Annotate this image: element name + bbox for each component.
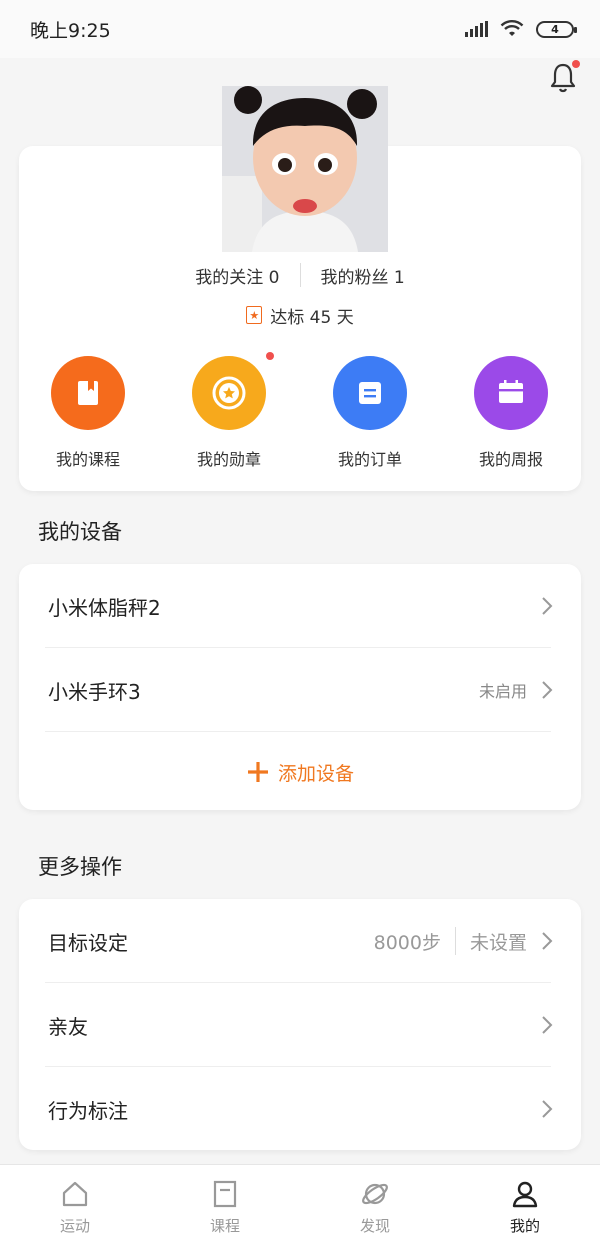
- status-time: 晚上9:25: [30, 19, 111, 42]
- battery-icon: 4: [536, 20, 577, 38]
- chevron-right-icon: [542, 597, 553, 615]
- tab-workout[interactable]: 运动: [0, 1165, 150, 1249]
- streak-badge: ★ 达标 45 天: [19, 304, 581, 328]
- avatar[interactable]: [222, 86, 388, 252]
- tab-label: 发现: [359, 1216, 390, 1235]
- quick-action-order[interactable]: 我的订单: [300, 356, 440, 470]
- quick-action-label: 我的周报: [478, 450, 543, 469]
- planet-icon: [362, 1183, 388, 1204]
- behavior-tag-row[interactable]: 行为标注: [19, 1067, 581, 1151]
- signal-icon: [465, 21, 488, 37]
- plus-icon: [247, 762, 268, 782]
- behavior-tag-label: 行为标注: [48, 1098, 128, 1123]
- divider: [299, 263, 301, 287]
- tab-profile[interactable]: 我的: [450, 1165, 600, 1249]
- bottom-tab-bar: 运动 课程 发现 我的: [0, 1164, 600, 1249]
- wifi-icon: [500, 20, 524, 36]
- quick-action-course[interactable]: 我的课程: [18, 356, 158, 470]
- add-device-button[interactable]: 添加设备: [19, 732, 581, 812]
- followers-link[interactable]: 我的粉丝 1: [321, 263, 405, 288]
- goal-value: 8000步: [373, 931, 441, 954]
- notification-dot: [572, 60, 580, 68]
- report-icon: [474, 356, 548, 430]
- devices-card: 小米体脂秤2 小米手环3 未启用 添加设备: [19, 564, 581, 810]
- tab-label: 我的: [509, 1216, 540, 1235]
- chevron-right-icon: [542, 681, 553, 699]
- star-icon: ★: [246, 306, 263, 324]
- tab-label: 运动: [59, 1216, 90, 1235]
- quick-action-medal[interactable]: 我的勋章: [159, 352, 299, 470]
- chevron-right-icon: [542, 1100, 553, 1118]
- status-bar: 晚上9:25 4: [0, 0, 600, 58]
- device-row-band[interactable]: 小米手环3 未启用: [19, 648, 581, 732]
- course-icon: [51, 356, 125, 430]
- device-name: 小米手环3: [48, 679, 141, 704]
- person-icon: [512, 1181, 538, 1207]
- status-icons: 4: [465, 20, 577, 38]
- book-icon: [213, 1180, 237, 1207]
- medal-icon: [192, 356, 266, 430]
- streak-label: 达标 45 天: [270, 307, 354, 328]
- home-icon: [62, 1181, 88, 1206]
- device-name: 小米体脂秤2: [48, 595, 161, 620]
- divider: [454, 927, 456, 955]
- tab-course[interactable]: 课程: [150, 1165, 300, 1249]
- tab-discover[interactable]: 发现: [300, 1165, 450, 1249]
- order-icon: [333, 356, 407, 430]
- following-link[interactable]: 我的关注 0: [195, 263, 279, 288]
- more-card: 目标设定 8000步 未设置 亲友 行为标注: [19, 899, 581, 1150]
- devices-section-title: 我的设备: [38, 520, 122, 544]
- quick-actions: 我的课程 我的勋章 我的订单 我的周报: [18, 352, 581, 476]
- device-row-scale[interactable]: 小米体脂秤2: [19, 564, 581, 648]
- new-badge-dot: [266, 352, 274, 360]
- chevron-right-icon: [542, 1016, 553, 1034]
- friends-label: 亲友: [48, 1014, 88, 1039]
- follow-stats: 我的关注 0 我的粉丝 1: [19, 262, 581, 288]
- goal-setting-label: 目标设定: [48, 930, 128, 955]
- notification-button[interactable]: [546, 60, 580, 94]
- chevron-right-icon: [542, 932, 553, 950]
- quick-action-report[interactable]: 我的周报: [441, 356, 581, 470]
- quick-action-label: 我的勋章: [196, 450, 261, 469]
- quick-action-label: 我的订单: [337, 450, 402, 469]
- more-section-title: 更多操作: [38, 855, 122, 879]
- device-status: 未启用: [478, 682, 527, 701]
- goal-status: 未设置: [469, 931, 527, 954]
- goal-setting-row[interactable]: 目标设定 8000步 未设置: [19, 899, 581, 983]
- battery-level: 4: [551, 22, 559, 36]
- avatar-image: [222, 86, 388, 252]
- quick-action-label: 我的课程: [55, 450, 120, 469]
- tab-label: 课程: [209, 1216, 240, 1235]
- friends-row[interactable]: 亲友: [19, 983, 581, 1067]
- add-device-label: 添加设备: [277, 762, 354, 785]
